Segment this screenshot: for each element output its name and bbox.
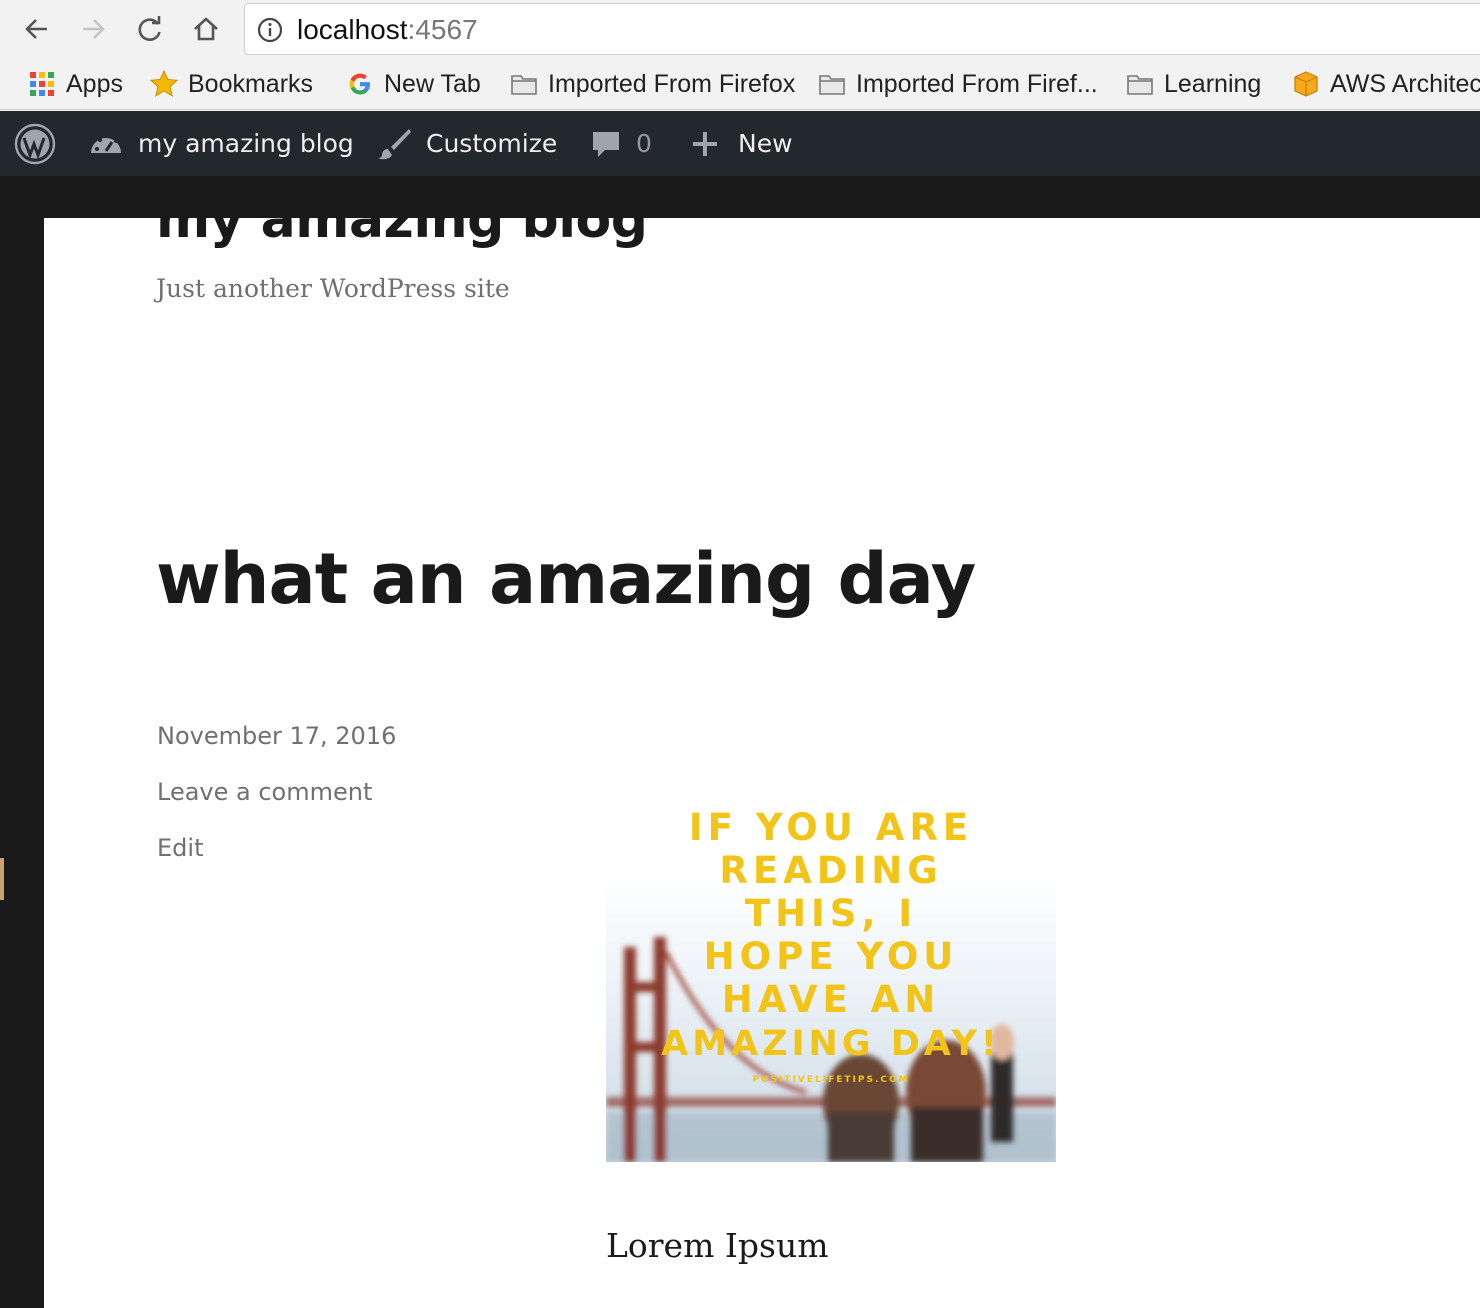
- post-title[interactable]: what an amazing day: [156, 538, 976, 620]
- leave-comment-link[interactable]: Leave a comment: [157, 778, 372, 806]
- post-body-text: Lorem Ipsum: [606, 1226, 829, 1265]
- amazing-day-image: IF YOU ARE READING THIS, I HOPE YOU HAVE…: [606, 712, 1056, 1162]
- dashboard-icon: [91, 133, 121, 153]
- reload-icon: [138, 16, 161, 41]
- folder-icon: [819, 75, 845, 95]
- home-icon: [194, 17, 218, 41]
- new-content-menu[interactable]: New: [690, 111, 793, 176]
- site-name-label: my amazing blog: [138, 129, 354, 158]
- arrow-right-icon: [83, 19, 105, 39]
- forward-button[interactable]: [74, 10, 112, 48]
- bookmark-folder-imported-firefox-2[interactable]: Imported From Firef...: [818, 68, 1098, 100]
- post-date-link[interactable]: November 17, 2016: [157, 722, 396, 750]
- wp-admin-bar: my amazing blog Customize 0 New: [0, 111, 1480, 176]
- wordpress-logo-icon: [14, 123, 56, 164]
- new-label: New: [738, 129, 793, 158]
- star-icon: [150, 70, 178, 97]
- image-quote-line: HOPE YOU: [704, 935, 959, 978]
- bookmark-label: Imported From Firef...: [856, 69, 1098, 98]
- bookmark-new-tab[interactable]: New Tab: [346, 68, 481, 100]
- info-icon[interactable]: [257, 17, 283, 43]
- customize-link[interactable]: Customize: [376, 111, 557, 176]
- site-description: Just another WordPress site: [156, 274, 510, 303]
- bookmark-label: Bookmarks: [188, 69, 314, 98]
- bookmark-aws[interactable]: AWS Architec: [1292, 68, 1480, 100]
- wp-logo-menu[interactable]: [14, 111, 56, 176]
- sidebar-accent: [0, 858, 4, 900]
- paintbrush-icon: [378, 128, 411, 159]
- home-button[interactable]: [187, 10, 225, 48]
- image-quote-line: THIS, I: [745, 892, 917, 935]
- bookmark-folder-imported-firefox[interactable]: Imported From Firefox: [510, 68, 795, 100]
- bookmark-apps[interactable]: Apps: [28, 68, 123, 100]
- url-port: :4567: [407, 14, 478, 45]
- folder-icon: [511, 75, 537, 95]
- address-bar[interactable]: localhost:4567: [244, 3, 1480, 55]
- image-watermark: POSITIVELIFETIPS.COM: [752, 1075, 909, 1085]
- url-text[interactable]: localhost:4567: [297, 14, 478, 46]
- browser-toolbar: localhost:4567: [0, 0, 1480, 58]
- image-quote-line: READING: [719, 849, 942, 892]
- bookmark-label: Imported From Firefox: [548, 69, 796, 98]
- google-icon: [349, 73, 370, 95]
- plus-icon: [693, 131, 717, 156]
- aws-box-icon: [1294, 71, 1318, 97]
- site-name-menu[interactable]: my amazing blog: [88, 111, 354, 176]
- main-content: my amazing blog Just another WordPress s…: [44, 218, 1480, 1308]
- comment-bubble-icon: [593, 131, 619, 157]
- arrow-left-icon: [25, 19, 47, 39]
- bookmarks-bar: Apps Bookmarks New Tab Imported From Fir…: [0, 58, 1480, 110]
- bookmark-label: Apps: [66, 69, 123, 98]
- apps-grid-icon: [30, 72, 54, 96]
- bookmark-folder-learning[interactable]: Learning: [1126, 68, 1261, 100]
- image-quote-line: HAVE AN: [722, 978, 940, 1021]
- comments-count: 0: [636, 129, 652, 158]
- back-button[interactable]: [18, 10, 56, 48]
- url-host: localhost: [297, 14, 408, 45]
- bookmark-label: AWS Architec: [1330, 69, 1480, 98]
- bookmark-bookmarks[interactable]: Bookmarks: [150, 68, 313, 100]
- image-quote: IF YOU ARE READING THIS, I HOPE YOU HAVE…: [661, 806, 1001, 1064]
- image-quote-line: AMAZING DAY!: [661, 1024, 1001, 1064]
- folder-icon: [1127, 75, 1153, 95]
- reload-button[interactable]: [131, 10, 169, 48]
- comments-link[interactable]: 0: [590, 111, 652, 176]
- site-title[interactable]: my amazing blog: [156, 218, 648, 250]
- post-featured-image[interactable]: IF YOU ARE READING THIS, I HOPE YOU HAVE…: [606, 712, 1056, 1162]
- image-quote-line: IF YOU ARE: [689, 806, 973, 849]
- edit-post-link[interactable]: Edit: [157, 834, 203, 862]
- bookmark-label: Learning: [1164, 69, 1262, 98]
- customize-label: Customize: [426, 129, 558, 158]
- bookmark-label: New Tab: [384, 69, 481, 98]
